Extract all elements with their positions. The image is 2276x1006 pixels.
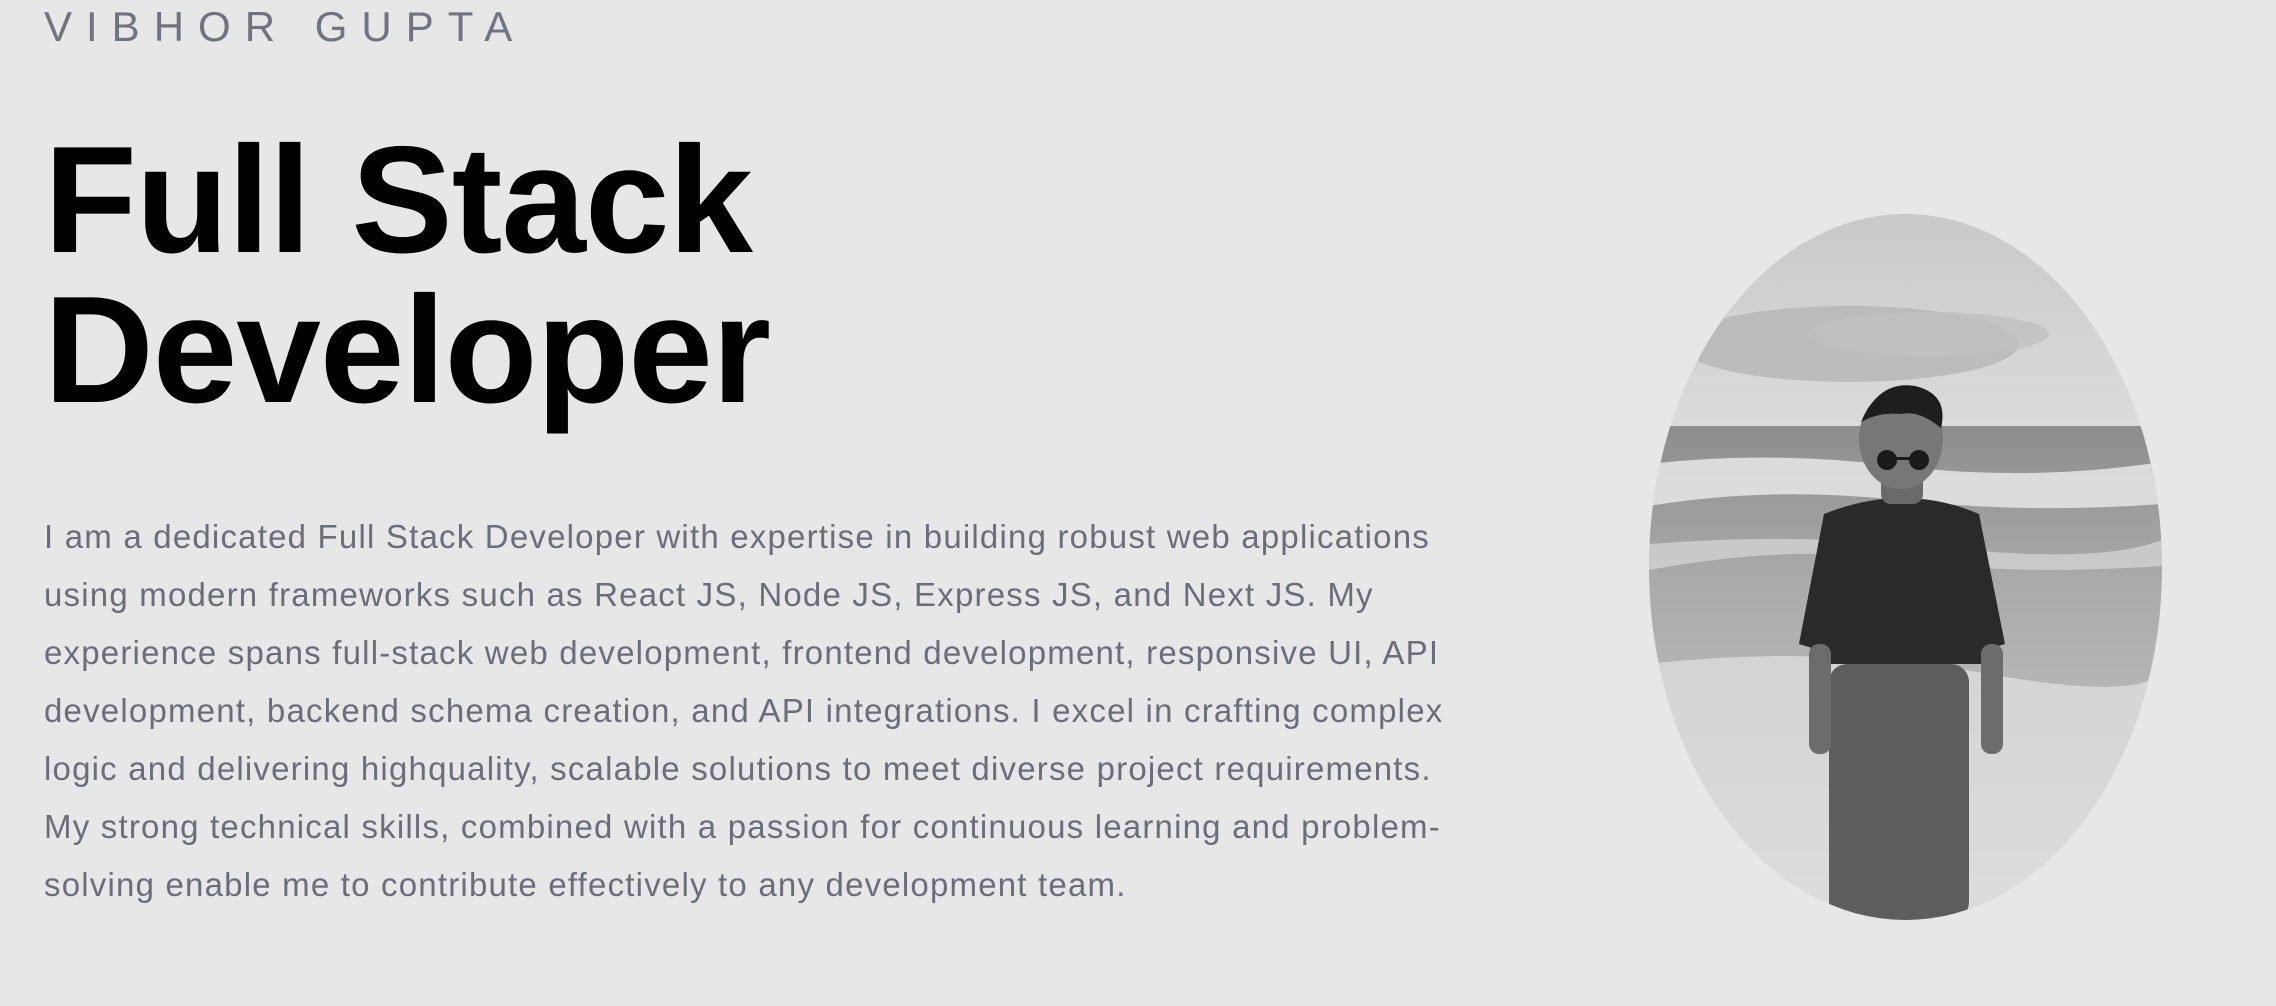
profile-photo-image	[1649, 214, 2162, 920]
page-title: Full Stack Developer	[44, 115, 771, 435]
owner-name: VIBHOR GUPTA	[44, 3, 527, 50]
profile-photo	[1649, 214, 2162, 920]
bio-paragraph: I am a dedicated Full Stack Developer wi…	[44, 518, 1444, 903]
title-line-2: Developer	[44, 265, 771, 435]
title-line-1: Full Stack	[44, 115, 753, 285]
